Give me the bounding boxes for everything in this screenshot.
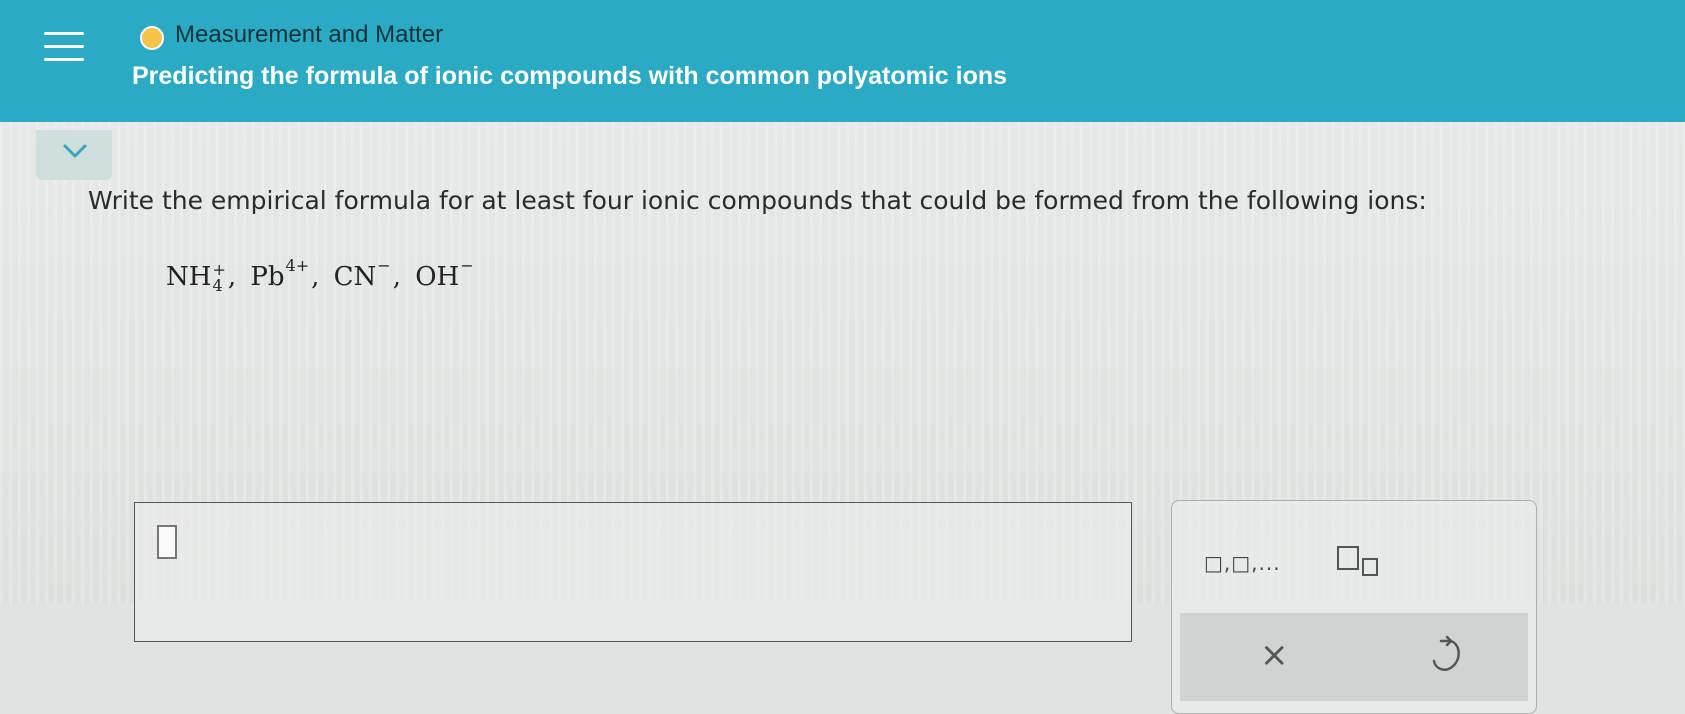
question-prompt: Write the empirical formula for at least… xyxy=(88,186,1427,215)
input-placeholder-box[interactable] xyxy=(157,525,177,559)
ion-charge: − xyxy=(377,256,391,275)
ion-charge: 4+ xyxy=(285,256,310,275)
ion-ammonium: NH +4 xyxy=(166,262,226,294)
ion-base: CN xyxy=(333,262,377,292)
tool-palette: □,□,... × xyxy=(1171,500,1537,714)
subscript-template-button[interactable] xyxy=(1336,545,1386,581)
header-bar: Measurement and Matter Predicting the fo… xyxy=(0,0,1685,122)
undo-icon xyxy=(1432,635,1460,671)
question-panel: Write the empirical formula for at least… xyxy=(0,122,1685,714)
list-template-label: □,□,... xyxy=(1204,551,1281,575)
ion-base: Pb xyxy=(250,262,285,292)
list-template-button[interactable]: □,□,... xyxy=(1204,551,1281,575)
ion-base: OH xyxy=(415,262,460,292)
ion-list: NH +4, Pb4+, CN−, OH− xyxy=(166,256,474,295)
palette-actions: × xyxy=(1180,613,1528,701)
chevron-down-icon xyxy=(63,144,87,158)
lesson-title: Predicting the formula of ionic compound… xyxy=(132,62,1008,90)
ion-hydroxide: OH− xyxy=(415,256,473,292)
clear-button[interactable]: × xyxy=(1260,635,1289,675)
answer-input[interactable] xyxy=(134,502,1132,642)
hamburger-menu-icon[interactable] xyxy=(44,32,84,68)
ion-cyanide: CN− xyxy=(333,256,391,292)
topic-label: Measurement and Matter xyxy=(175,21,444,48)
subscript-template-icon xyxy=(1337,546,1378,576)
ion-lead: Pb4+ xyxy=(250,256,309,292)
ion-base: NH xyxy=(166,262,212,292)
ion-subscript: 4 xyxy=(212,276,223,295)
undo-button[interactable] xyxy=(1430,635,1464,679)
ion-charge: − xyxy=(460,256,474,275)
collapse-button[interactable] xyxy=(36,130,112,180)
topic-status-dot xyxy=(140,26,164,50)
